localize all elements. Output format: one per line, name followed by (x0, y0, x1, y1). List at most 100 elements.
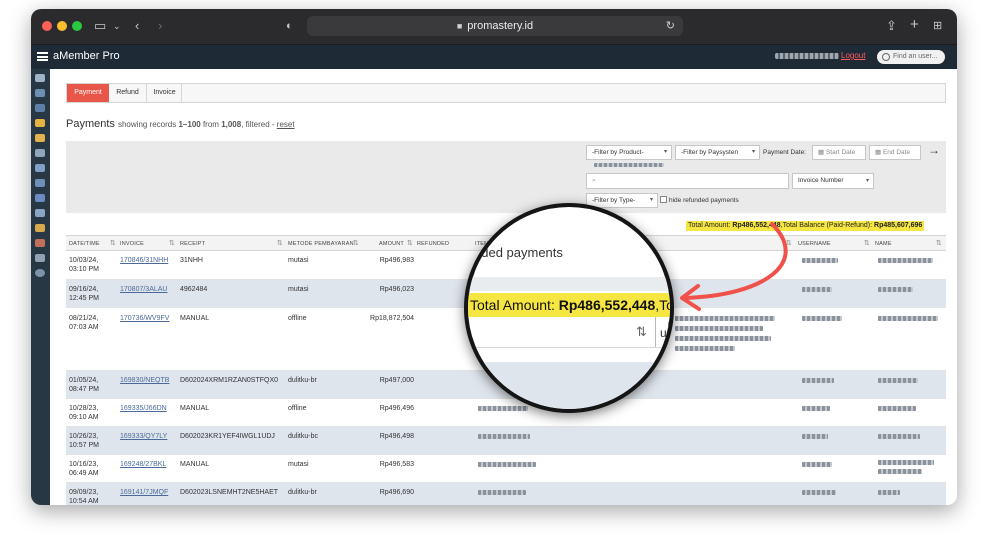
helpdesk-icon[interactable] (35, 239, 45, 247)
reports-icon[interactable] (35, 104, 45, 112)
address-bar[interactable]: ■ promastery.id ↻ (307, 16, 683, 36)
tab-invoice[interactable]: Invoice (148, 84, 182, 102)
filter-paysystem-select[interactable]: -Filter by Paysysten ▾ (675, 145, 760, 160)
filter-panel: -Filter by Product- ▾ -Filter by Paysyste… (66, 141, 946, 213)
start-date-input[interactable]: ▦ Start Date (812, 145, 866, 160)
title-text: Payments (66, 118, 115, 130)
sitemap-icon[interactable] (35, 179, 45, 187)
row-date: 01/05/24, (69, 377, 99, 384)
sidebar-toggle-icon[interactable]: ▭ (94, 17, 106, 35)
users-icon[interactable] (35, 89, 45, 97)
header-receipt[interactable]: RECEIPT ⇅ (180, 236, 286, 252)
row-date: 10/26/23, (69, 433, 99, 440)
chevron-down-icon[interactable]: ⌄ (113, 17, 121, 35)
sort-icon[interactable]: ⇅ (786, 236, 792, 252)
row-datetime: 08/21/24, 07:03 AM (69, 314, 99, 332)
header-label: REFUNDED (417, 241, 450, 247)
cart-icon[interactable] (35, 164, 45, 172)
affiliates-icon[interactable] (35, 224, 45, 232)
filter-product-select[interactable]: -Filter by Product- ▾ (586, 145, 672, 160)
reset-link[interactable]: reset (277, 120, 295, 129)
header-datetime[interactable]: DATE/TIME ⇅ (69, 236, 119, 252)
row-method: offline (288, 405, 307, 412)
row-username-blur (802, 258, 838, 263)
pages-icon[interactable] (35, 209, 45, 217)
row-items-blur (675, 316, 775, 321)
reload-icon[interactable]: ↻ (666, 16, 675, 36)
header-invoice[interactable]: INVOICE ⇅ (120, 236, 178, 252)
row-invoice-link[interactable]: 170736/WV9FV (120, 314, 169, 323)
table-row: 09/09/23, 10:54 AM 169141/7JMQF D602023LS… (66, 483, 946, 505)
row-invoice-link[interactable]: 170846/31NHH (120, 256, 168, 265)
row-name-blur (878, 316, 938, 321)
row-invoice-link[interactable]: 169830/NEQTB (120, 376, 169, 385)
row-amount: Rp496,983 (379, 257, 414, 264)
help-icon[interactable] (35, 269, 45, 277)
hide-refunded-label: hide refunded payments (669, 197, 739, 204)
sort-icon[interactable]: ⇅ (277, 236, 283, 252)
logout-link[interactable]: Logout (841, 51, 865, 60)
zoom-window-button[interactable] (72, 21, 82, 31)
row-datetime: 10/16/23, 06:49 AM (69, 460, 99, 478)
row-invoice-link[interactable]: 169248/27BKL (120, 460, 166, 469)
forward-icon[interactable]: › (158, 17, 162, 35)
calendar-icon: ▦ (818, 149, 826, 156)
row-invoice-link[interactable]: 169141/7JMQF (120, 488, 168, 497)
new-tab-icon[interactable]: + (910, 16, 919, 34)
caret-icon: ▾ (751, 149, 755, 155)
minimize-window-button[interactable] (57, 21, 67, 31)
row-date: 09/16/24, (69, 286, 99, 293)
sort-icon[interactable]: ⇅ (110, 236, 116, 252)
row-datetime: 09/16/24, 12:45 PM (69, 285, 99, 303)
row-amount: Rp496,690 (379, 489, 414, 496)
row-items-blur (478, 462, 536, 467)
products-icon[interactable] (35, 119, 45, 127)
apply-filter-arrow-icon[interactable]: → (928, 143, 940, 157)
privacy-shield-icon[interactable]: ◐ (286, 17, 293, 35)
sort-icon[interactable]: ⇅ (864, 236, 870, 252)
row-date: 10/03/24, (69, 257, 99, 264)
gear-icon[interactable] (35, 149, 45, 157)
wrench-icon[interactable] (35, 254, 45, 262)
row-items-blur (478, 434, 530, 439)
invoice-number-select[interactable]: Invoice Number ▾ (792, 173, 874, 189)
header-name[interactable]: NAME ⇅ (875, 236, 945, 252)
hide-refunded-option[interactable]: hide refunded payments (660, 196, 739, 204)
header-username[interactable]: USERNAME ⇅ (798, 236, 873, 252)
sort-icon[interactable]: ⇅ (936, 236, 942, 252)
row-invoice-link[interactable]: 169333/QY7LY (120, 432, 167, 441)
row-invoice-link[interactable]: 169335/J66DN (120, 404, 167, 413)
close-window-button[interactable] (42, 21, 52, 31)
tab-payment[interactable]: Payment (67, 84, 109, 102)
header-amount[interactable]: AMOUNT ⇅ (364, 236, 416, 252)
share-icon[interactable]: ⇪ (886, 17, 897, 35)
total-amount-label: Total Amount: (688, 222, 733, 229)
row-invoice-link[interactable]: 170807/3ALAU (120, 285, 167, 294)
sort-icon[interactable]: ⇅ (407, 236, 413, 252)
sort-icon[interactable]: ⇅ (353, 236, 359, 252)
tab-overview-icon[interactable]: ⊞ (933, 17, 942, 35)
row-name-blur (878, 460, 934, 465)
dashboard-icon[interactable] (35, 74, 45, 82)
pencil-icon[interactable] (35, 194, 45, 202)
search-input[interactable]: ⌕ (586, 173, 789, 189)
record-range: 1–100 (178, 120, 201, 129)
lock-icon[interactable] (35, 134, 45, 142)
row-method: dulitku-br (288, 377, 317, 384)
table-row: 10/26/23, 10:57 PM 169333/QY7LY D602023KR… (66, 427, 946, 455)
row-username-blur (802, 490, 836, 495)
menu-icon[interactable] (37, 52, 48, 61)
sort-icon[interactable]: ⇅ (169, 236, 175, 252)
filter-product-label: -Filter by Product- (592, 149, 644, 156)
header-method[interactable]: METODE PEMBAYARAN ⇅ (288, 236, 362, 252)
find-user-input[interactable]: Find an user... (877, 50, 945, 64)
caret-icon: ▾ (649, 197, 653, 203)
back-icon[interactable]: ‹ (135, 17, 139, 35)
row-receipt: 31NHH (180, 257, 203, 264)
hide-refunded-checkbox[interactable] (660, 196, 667, 203)
end-date-input[interactable]: ▦ End Date (869, 145, 921, 160)
username-display (775, 53, 839, 59)
row-method: mutasi (288, 257, 309, 264)
tab-refund[interactable]: Refund (109, 84, 147, 102)
row-amount: Rp497,000 (379, 377, 414, 384)
